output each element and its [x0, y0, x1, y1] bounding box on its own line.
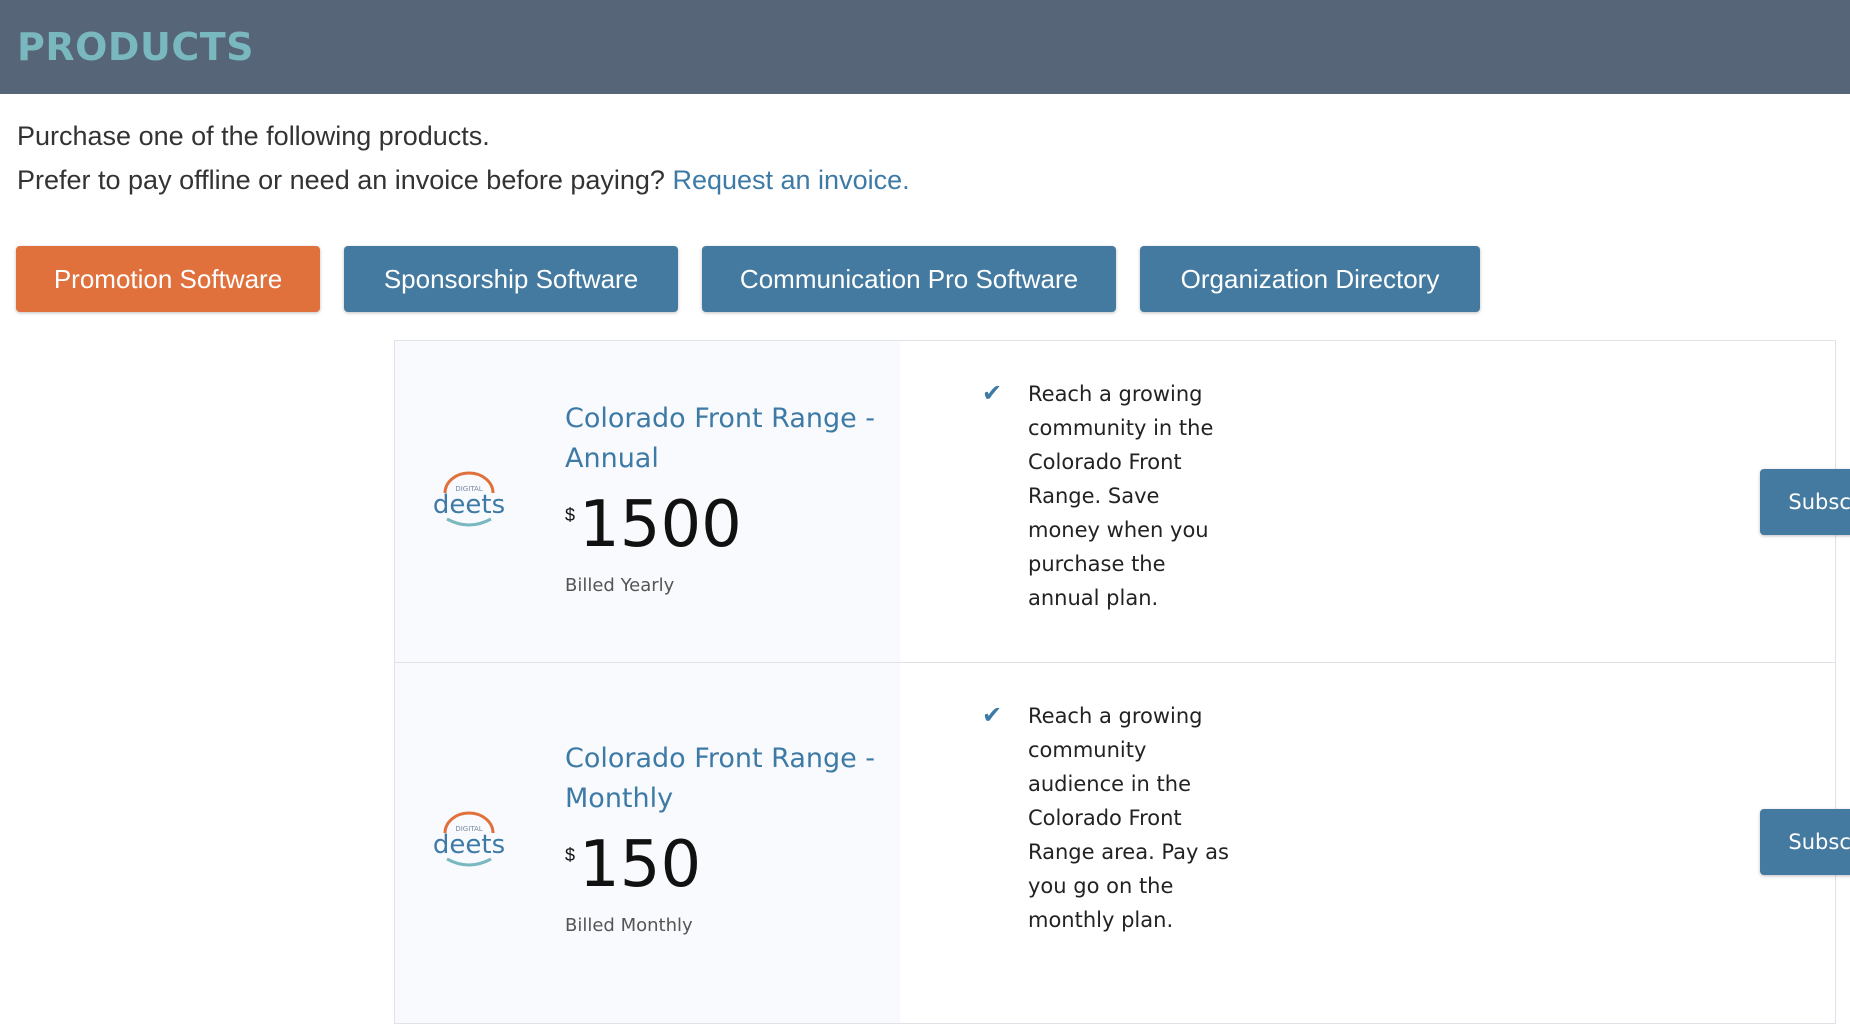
checkmark-icon: ✔: [982, 702, 1003, 729]
checkmark-icon: ✔: [982, 380, 1003, 407]
price: $ 1500: [565, 491, 895, 559]
digital-deets-logo: DIGITAL deets: [433, 811, 505, 867]
product-list: DIGITAL deets Colorado Front Range - Ann…: [394, 340, 1850, 1024]
product-row-annual: DIGITAL deets Colorado Front Range - Ann…: [395, 341, 1850, 663]
tab-sponsorship-software[interactable]: Sponsorship Software: [344, 246, 678, 312]
product-row-monthly: DIGITAL deets Colorado Front Range - Mon…: [395, 663, 1850, 1023]
product-category-tabs: Promotion Software Sponsorship Software …: [16, 246, 1504, 312]
product-actions: Subscribe: [1560, 341, 1850, 662]
tab-communication-pro-software[interactable]: Communication Pro Software: [702, 246, 1116, 312]
billing-period: Billed Monthly: [565, 915, 693, 936]
product-title: Colorado Front Range - Monthly: [565, 743, 876, 814]
logo-brand-text: deets: [433, 490, 505, 520]
intro-line-2: Prefer to pay offline or need an invoice…: [17, 158, 1850, 202]
product-features: ✔ Reach a growing community audience in …: [900, 663, 1560, 1023]
tab-promotion-software[interactable]: Promotion Software: [16, 246, 320, 312]
currency-symbol: $: [565, 845, 576, 865]
product-features: ✔ Reach a growing community in the Color…: [900, 341, 1560, 662]
request-invoice-link[interactable]: Request an invoice.: [672, 165, 909, 195]
intro-text: Purchase one of the following products. …: [0, 114, 1850, 202]
price-amount: 150: [579, 828, 702, 902]
product-actions: Subscribe: [1560, 663, 1850, 1023]
product-summary: DIGITAL deets Colorado Front Range - Mon…: [395, 663, 900, 1023]
product-title: Colorado Front Range - Annual: [565, 403, 876, 474]
page-header: PRODUCTS: [0, 0, 1850, 94]
intro-line-1: Purchase one of the following products.: [17, 121, 490, 151]
subscribe-button-annual[interactable]: Subscribe: [1760, 469, 1850, 535]
subscribe-button-monthly[interactable]: Subscribe: [1760, 809, 1850, 875]
currency-symbol: $: [565, 505, 576, 525]
digital-deets-logo: DIGITAL deets: [433, 471, 505, 527]
product-summary: DIGITAL deets Colorado Front Range - Ann…: [395, 341, 900, 662]
billing-period: Billed Yearly: [565, 575, 675, 596]
price: $ 150: [565, 831, 895, 899]
product-description: Reach a growing community in the Colorad…: [1028, 382, 1214, 610]
tab-organization-directory[interactable]: Organization Directory: [1140, 246, 1480, 312]
price-amount: 1500: [579, 488, 742, 562]
product-info: Colorado Front Range - Annual $ 1500 Bil…: [565, 399, 895, 596]
logo-brand-text: deets: [433, 830, 505, 860]
intro-line-2-text: Prefer to pay offline or need an invoice…: [17, 165, 665, 195]
page-title: PRODUCTS: [17, 25, 254, 69]
product-info: Colorado Front Range - Monthly $ 150 Bil…: [565, 739, 895, 936]
product-description: Reach a growing community audience in th…: [1028, 704, 1229, 932]
